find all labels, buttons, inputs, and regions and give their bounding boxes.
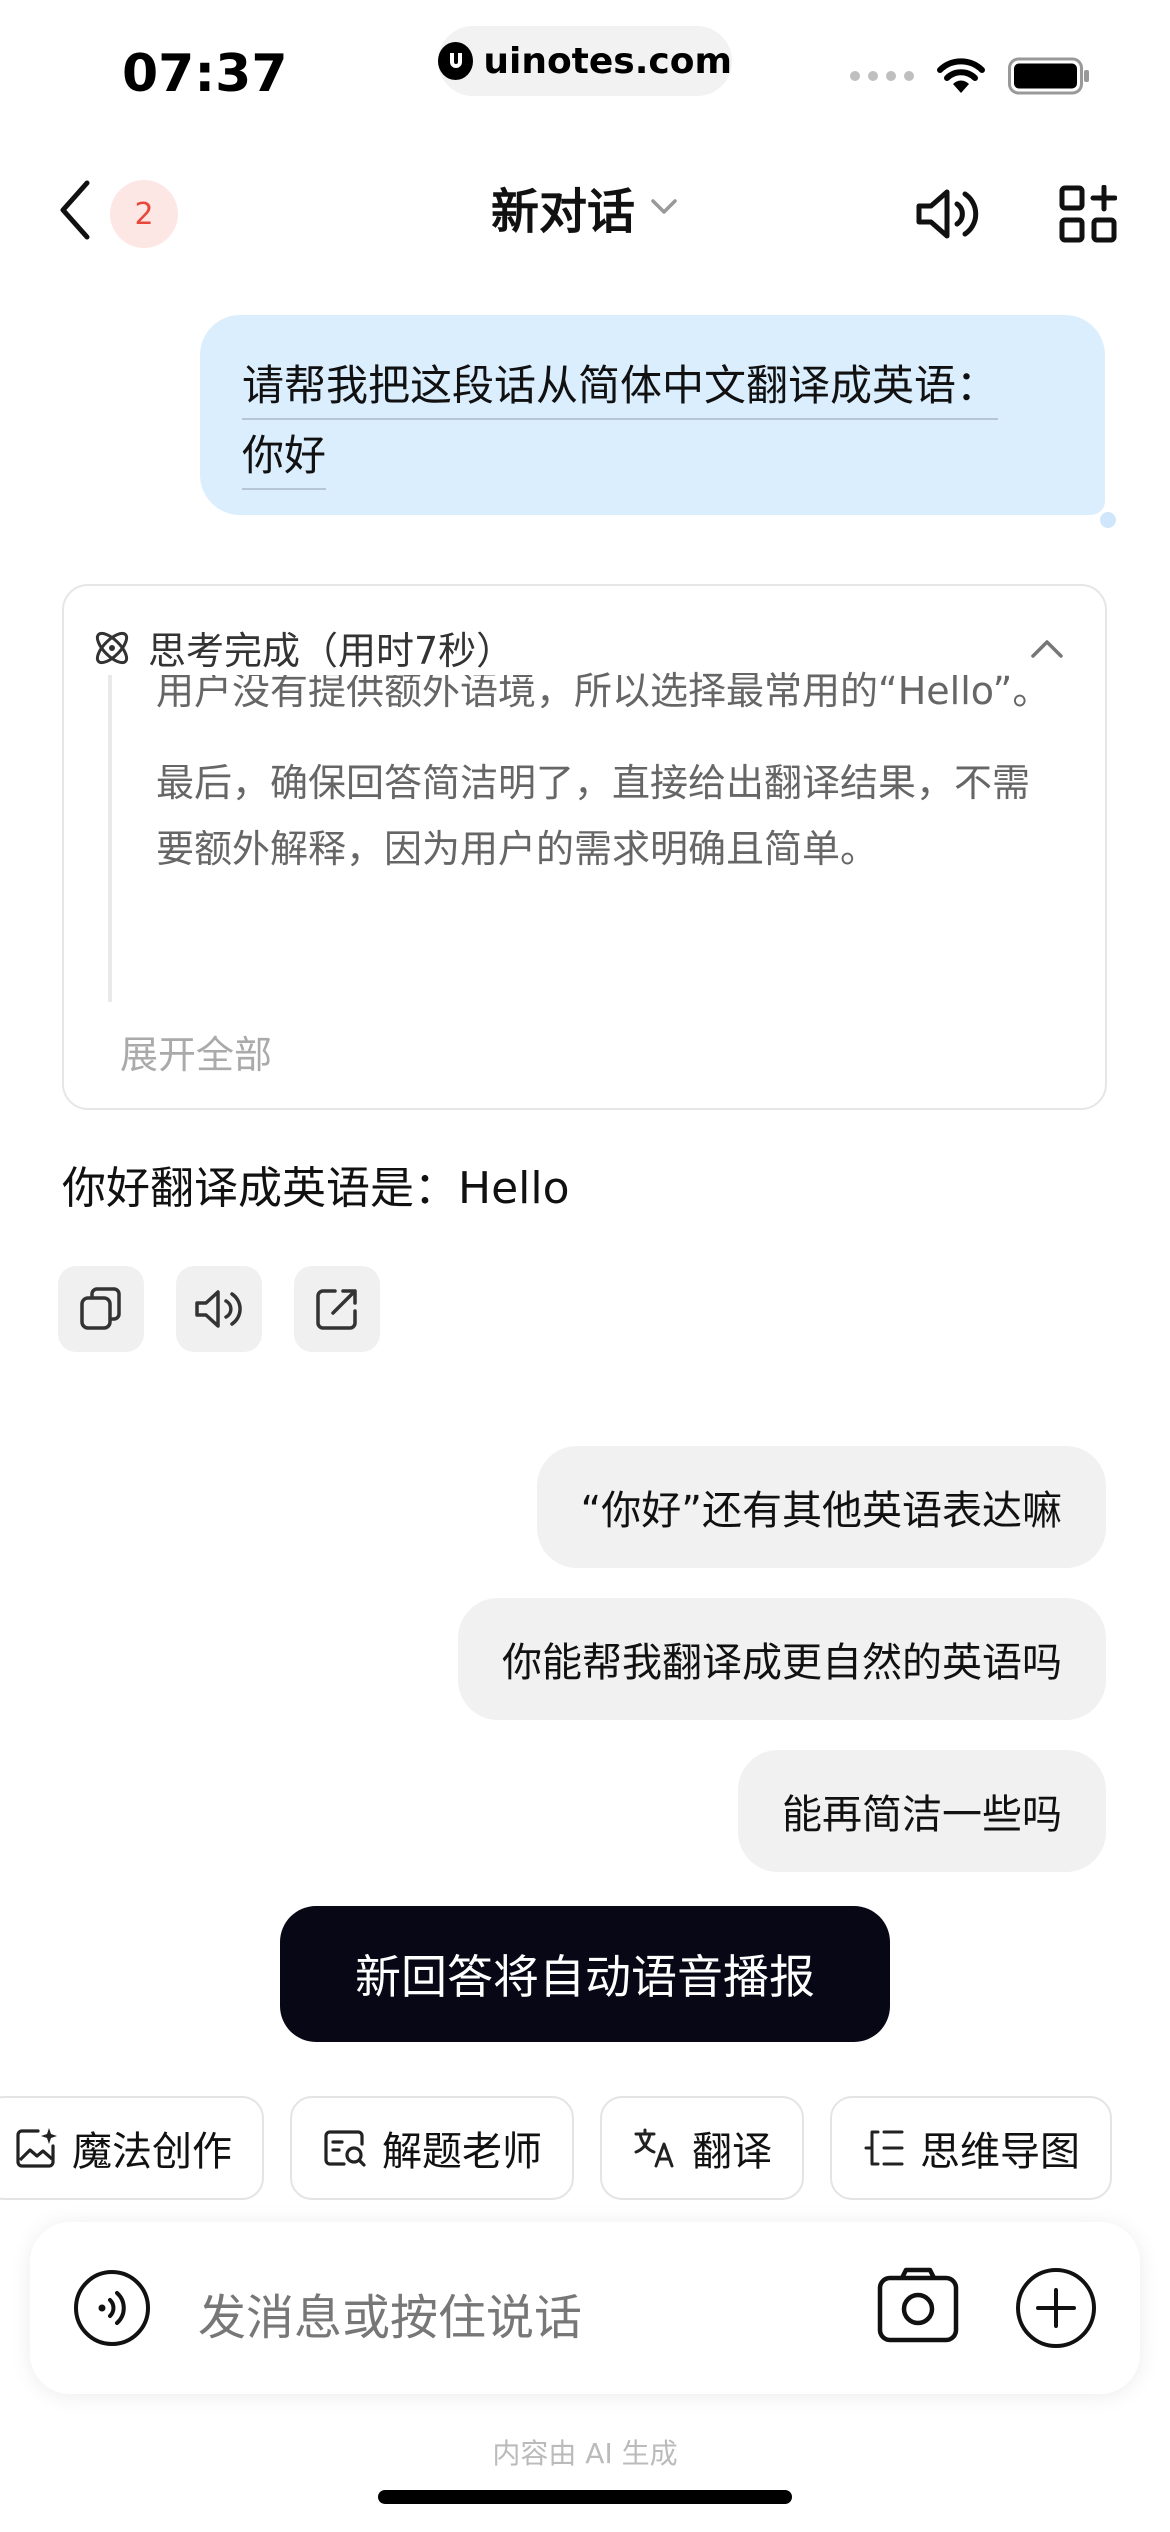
apps-grid-icon: [1059, 185, 1117, 243]
message-input[interactable]: 发消息或按住说话: [198, 2278, 582, 2348]
apps-button[interactable]: [1050, 176, 1126, 252]
read-aloud-button[interactable]: [176, 1266, 262, 1352]
thinking-content: 用户没有提供额外语境，所以选择最常用的“Hello”。 最后，确保回答简洁明了，…: [108, 669, 1058, 1002]
thinking-header: 思考完成（用时7秒）: [90, 620, 535, 675]
bubble-tail: [1100, 512, 1116, 528]
nav-header: 2 新对话: [0, 150, 1170, 270]
wifi-icon: [937, 58, 985, 93]
voice-icon[interactable]: [72, 2268, 152, 2348]
quick-action-label: 解题老师: [382, 2129, 542, 2175]
message-actions: [58, 1266, 380, 1352]
auto-read-toast: 新回答将自动语音播报: [280, 1906, 890, 2042]
share-button[interactable]: [294, 1266, 380, 1352]
suggestion-chip[interactable]: “你好”还有其他英语表达嘛: [536, 1446, 1106, 1568]
atom-icon: [95, 631, 129, 664]
speaker-icon: [916, 189, 979, 239]
speaker-icon: [195, 1290, 242, 1328]
quick-action-label: 魔法创作: [72, 2129, 232, 2175]
battery-icon: [1008, 57, 1089, 95]
message-input-bar[interactable]: 发消息或按住说话: [30, 2222, 1140, 2394]
quick-action-label: 思维导图: [920, 2129, 1080, 2175]
user-message-line-1: 请帮我把这段话从简体中文翻译成英语：: [242, 354, 999, 420]
url-pill[interactable]: uinotes.com: [438, 26, 732, 96]
user-message-line-2: 你好: [242, 424, 327, 490]
url-text: uinotes.com: [483, 40, 732, 82]
copy-icon: [80, 1287, 121, 1330]
user-message-bubble[interactable]: 请帮我把这段话从简体中文翻译成英语： 你好: [200, 315, 1105, 515]
page-title: 新对话: [490, 184, 635, 240]
quick-action-translate[interactable]: 翻译: [600, 2096, 804, 2200]
share-icon: [316, 1289, 357, 1330]
thinking-status: 思考完成（用时7秒）: [148, 629, 515, 673]
title-dropdown[interactable]: 新对话: [0, 172, 1170, 242]
quick-action-magic-create[interactable]: 魔法创作: [0, 2096, 264, 2200]
auto-read-button[interactable]: [910, 176, 986, 252]
status-bar: 07:37 uinotes.com: [0, 0, 1170, 140]
suggestion-chip[interactable]: 你能帮我翻译成更自然的英语吗: [458, 1598, 1106, 1720]
expand-all-link[interactable]: 展开全部: [120, 1024, 272, 1079]
mind-map-icon: [864, 2130, 904, 2166]
camera-icon[interactable]: [876, 2266, 960, 2346]
site-logo-icon: [438, 42, 474, 80]
suggestion-chip[interactable]: 能再简洁一些吗: [738, 1750, 1106, 1872]
signal-dots-icon: [850, 71, 914, 81]
thinking-paragraph: 最后，确保回答简洁明了，直接给出翻译结果，不需要额外解释，因为用户的需求明确且简…: [156, 761, 1031, 871]
quick-action-label: 翻译: [692, 2129, 772, 2175]
chat-screen: 07:37 uinotes.com 2 新对话 请帮我把这段话从简体中文翻译成英…: [0, 0, 1170, 2532]
ai-generated-note: 内容由 AI 生成: [492, 2437, 678, 2470]
thinking-card[interactable]: 用户没有提供额外语境，所以选择最常用的“Hello”。 最后，确保回答简洁明了，…: [62, 584, 1107, 1110]
plus-icon[interactable]: [1014, 2266, 1098, 2350]
translate-icon: [634, 2128, 674, 2168]
status-time: 07:37: [122, 44, 288, 104]
status-indicators: [850, 56, 1090, 96]
copy-button[interactable]: [58, 1266, 144, 1352]
image-sparkle-icon: [16, 2128, 57, 2168]
quick-action-mind-map[interactable]: 思维导图: [830, 2096, 1112, 2200]
chevron-up-icon[interactable]: [1025, 626, 1069, 670]
quick-actions-row: 魔法创作 解题老师 翻译 思维导图: [0, 2096, 1112, 2200]
home-indicator[interactable]: [378, 2490, 792, 2504]
assistant-answer: 你好翻译成英语是：Hello: [62, 1163, 570, 1214]
search-doc-icon: [324, 2130, 366, 2167]
quick-action-homework-tutor[interactable]: 解题老师: [290, 2096, 574, 2200]
chevron-down-icon: [651, 199, 677, 214]
